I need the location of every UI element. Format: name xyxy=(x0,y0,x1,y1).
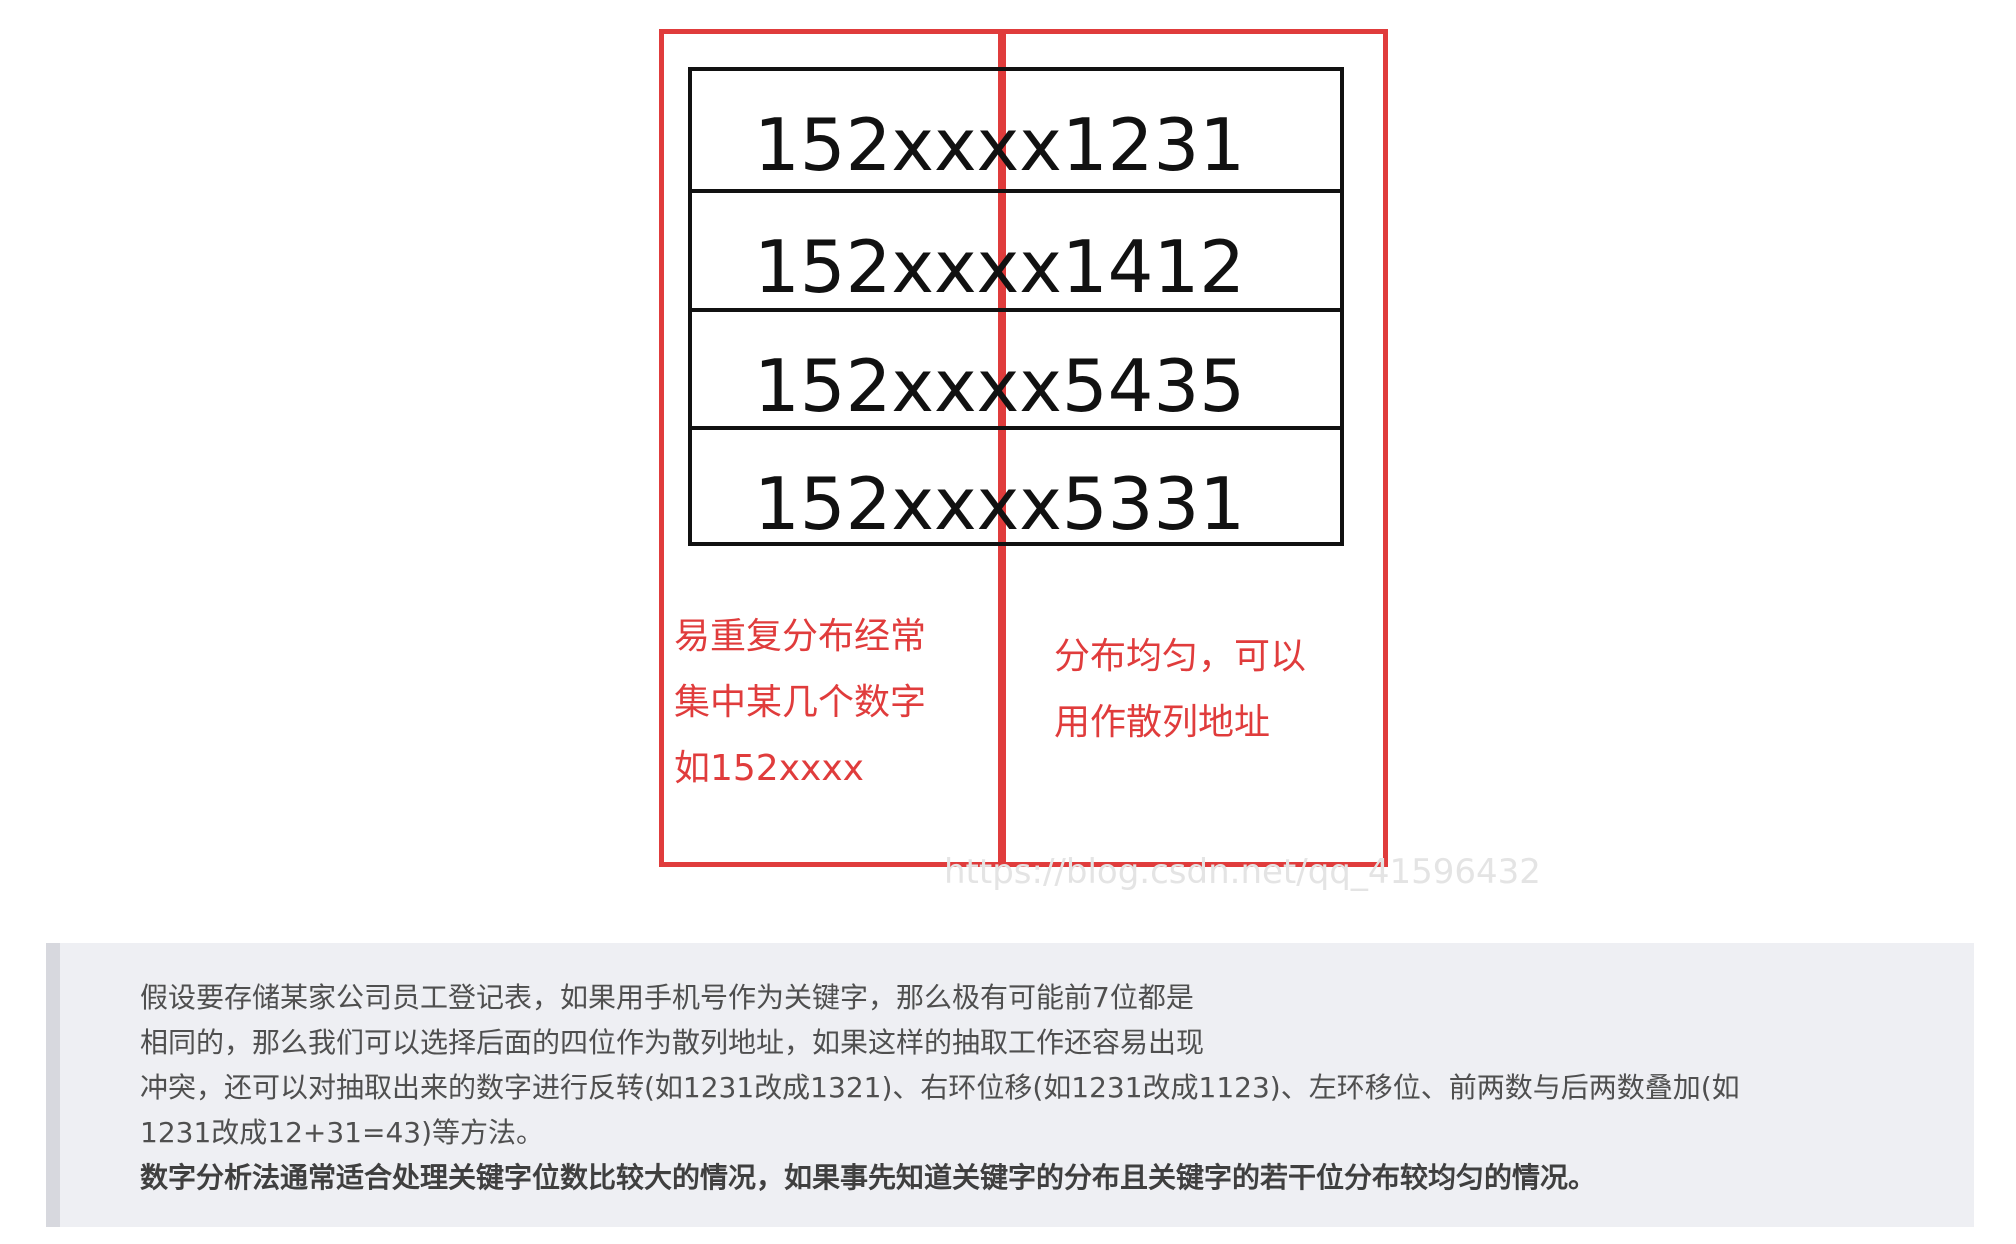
phone-number: 152xxxx1231 xyxy=(754,103,1246,187)
blockquote-summary-bold: 数字分析法通常适合处理关键字位数比较大的情况，如果事先知道关键字的分布且关键字的… xyxy=(140,1161,1597,1194)
right-annotation-line: 用作散列地址 xyxy=(1054,702,1271,743)
digit-analysis-figure: 152xxxx1231 152xxxx1412 152xxxx5435 152x… xyxy=(0,0,2016,900)
phone-number: 152xxxx5435 xyxy=(754,344,1246,428)
right-annotation: 分布均匀，可以 用作散列地址 xyxy=(1054,624,1306,756)
image-watermark: https://blog.csdn.net/qq_41596432 xyxy=(944,852,1541,892)
blockquote-line: 假设要存储某家公司员工登记表，如果用手机号作为关键字，那么极有可能前7位都是 xyxy=(140,981,1194,1014)
table-row: 152xxxx1231 xyxy=(692,71,1340,189)
left-annotation: 易重复分布经常 集中某几个数字 如152xxxx xyxy=(674,604,926,802)
left-annotation-line: 易重复分布经常 xyxy=(674,616,927,657)
phone-number-table: 152xxxx1231 152xxxx1412 152xxxx5435 152x… xyxy=(688,67,1344,546)
explanation-blockquote: 假设要存储某家公司员工登记表，如果用手机号作为关键字，那么极有可能前7位都是 相… xyxy=(46,943,1974,1227)
blockquote-text: 假设要存储某家公司员工登记表，如果用手机号作为关键字，那么极有可能前7位都是 相… xyxy=(140,975,1970,1200)
phone-number: 152xxxx5331 xyxy=(754,462,1246,546)
blockquote-line: 冲突，还可以对抽取出来的数字进行反转(如1231改成1321)、右环位移(如12… xyxy=(140,1071,1740,1104)
table-row: 152xxxx5435 xyxy=(692,308,1340,426)
left-annotation-line: 如152xxxx xyxy=(674,748,864,789)
blockquote-line: 相同的，那么我们可以选择后面的四位作为散列地址，如果这样的抽取工作还容易出现 xyxy=(140,1026,1205,1059)
table-row: 152xxxx5331 xyxy=(692,426,1340,546)
left-annotation-line: 集中某几个数字 xyxy=(674,682,927,723)
right-annotation-line: 分布均匀，可以 xyxy=(1054,636,1307,677)
blockquote-line: 1231改成12+31=43)等方法。 xyxy=(140,1116,544,1149)
phone-number: 152xxxx1412 xyxy=(754,225,1246,309)
table-row: 152xxxx1412 xyxy=(692,189,1340,307)
